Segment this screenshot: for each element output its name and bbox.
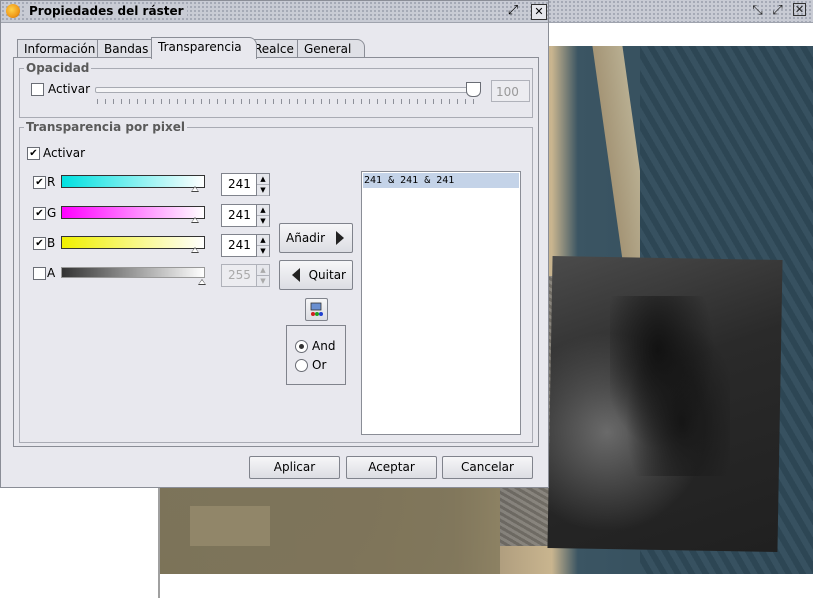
remove-button-label: Quitar: [308, 268, 346, 282]
spinner-up-icon[interactable]: ▲: [257, 235, 269, 246]
band-b-label: B: [47, 236, 56, 250]
list-item[interactable]: 241 & 241 & 241: [363, 173, 519, 188]
tab-general[interactable]: General: [297, 39, 365, 58]
accept-button[interactable]: Aceptar: [346, 456, 437, 479]
close-icon[interactable]: ✕: [793, 3, 806, 16]
pixel-transparency-enable-label: Activar: [43, 146, 86, 160]
band-r-slider-thumb[interactable]: [191, 186, 199, 192]
band-a-value: 255: [228, 268, 251, 282]
band-a-checkbox[interactable]: [33, 267, 46, 280]
spinner-up-icon[interactable]: ▲: [257, 205, 269, 216]
remove-button[interactable]: Quitar: [279, 260, 353, 290]
band-b-slider-thumb[interactable]: [191, 247, 199, 253]
band-b-gradient-slider[interactable]: [61, 236, 205, 249]
opacity-enable-checkbox[interactable]: [31, 83, 44, 96]
band-r-value: 241: [228, 177, 251, 191]
opacity-enable-label: Activar: [48, 82, 91, 96]
pixel-transparency-group-title: Transparencia por pixel: [24, 120, 187, 134]
band-g-slider-thumb[interactable]: [191, 217, 199, 223]
add-button[interactable]: Añadir: [279, 223, 353, 253]
raster-properties-dialog: Propiedades del ráster ⤢ ✕ Información B…: [0, 0, 549, 488]
band-r-checkbox[interactable]: ✔: [33, 176, 46, 189]
table-of-contents-panel[interactable]: [0, 488, 160, 598]
transparent-values-list[interactable]: 241 & 241 & 241: [361, 171, 521, 435]
tab-informacion[interactable]: Información: [17, 39, 107, 58]
tab-label: Transparencia: [158, 40, 242, 54]
opacity-slider-thumb[interactable]: [466, 82, 481, 97]
band-b-value: 241: [228, 238, 251, 252]
add-button-label: Añadir: [286, 231, 326, 245]
band-g-value: 241: [228, 208, 251, 222]
spinner-down-icon[interactable]: ▼: [257, 246, 269, 257]
band-r-label: R: [47, 175, 56, 189]
minimize-icon[interactable]: ⤡: [750, 3, 765, 18]
cancel-button[interactable]: Cancelar: [442, 456, 533, 479]
band-b-checkbox[interactable]: ✔: [33, 237, 46, 250]
band-r-gradient-slider[interactable]: [61, 175, 205, 188]
operator-and-label: And: [312, 339, 336, 353]
operator-and-radio[interactable]: [295, 340, 308, 353]
pick-color-button[interactable]: [305, 298, 328, 321]
tab-label: Realce: [254, 42, 294, 56]
opacity-group: Opacidad: [19, 61, 533, 118]
band-a-gradient-slider[interactable]: [61, 267, 205, 278]
tab-label: General: [304, 42, 352, 56]
opacity-group-title: Opacidad: [24, 61, 92, 75]
band-g-checkbox[interactable]: ✔: [33, 207, 46, 220]
apply-button[interactable]: Aplicar: [249, 456, 340, 479]
operator-or-label: Or: [312, 358, 327, 372]
operator-group: [286, 325, 346, 385]
opacity-slider-track[interactable]: [95, 87, 475, 93]
spinner-down-icon[interactable]: ▼: [257, 276, 269, 287]
band-g-gradient-slider[interactable]: [61, 206, 205, 219]
band-a-slider-thumb[interactable]: [198, 279, 206, 285]
arrow-left-icon: [292, 268, 300, 282]
band-b-spinner[interactable]: 241 ▲ ▼: [221, 234, 270, 257]
spinner-down-icon[interactable]: ▼: [257, 185, 269, 196]
maximize-icon[interactable]: ⤢: [770, 3, 785, 18]
band-g-spinner[interactable]: 241 ▲ ▼: [221, 204, 270, 227]
band-g-label: G: [47, 206, 57, 220]
opacity-slider-ticks: [97, 99, 477, 104]
detach-icon[interactable]: ⤢: [506, 4, 520, 18]
operator-or-radio[interactable]: [295, 359, 308, 372]
tab-label: Información: [24, 42, 96, 56]
band-r-spinner[interactable]: 241 ▲ ▼: [221, 173, 270, 196]
band-a-spinner[interactable]: 255 ▲ ▼: [221, 264, 270, 287]
pixel-transparency-enable-checkbox[interactable]: ✔: [27, 147, 40, 160]
color-picker-icon: [310, 302, 323, 316]
dialog-title: Propiedades del ráster: [26, 4, 187, 18]
tab-transparencia[interactable]: Transparencia: [151, 37, 257, 59]
tab-label: Bandas: [104, 42, 149, 56]
close-icon[interactable]: ✕: [531, 4, 547, 20]
spinner-down-icon[interactable]: ▼: [257, 216, 269, 227]
arrow-right-icon: [336, 231, 344, 245]
opacity-value-field[interactable]: 100: [491, 80, 530, 102]
spinner-up-icon[interactable]: ▲: [257, 174, 269, 185]
app-logo-icon: [6, 4, 20, 18]
band-a-label: A: [47, 266, 56, 280]
spinner-up-icon[interactable]: ▲: [257, 265, 269, 276]
dialog-titlebar: Propiedades del ráster ⤢ ✕: [1, 1, 548, 23]
